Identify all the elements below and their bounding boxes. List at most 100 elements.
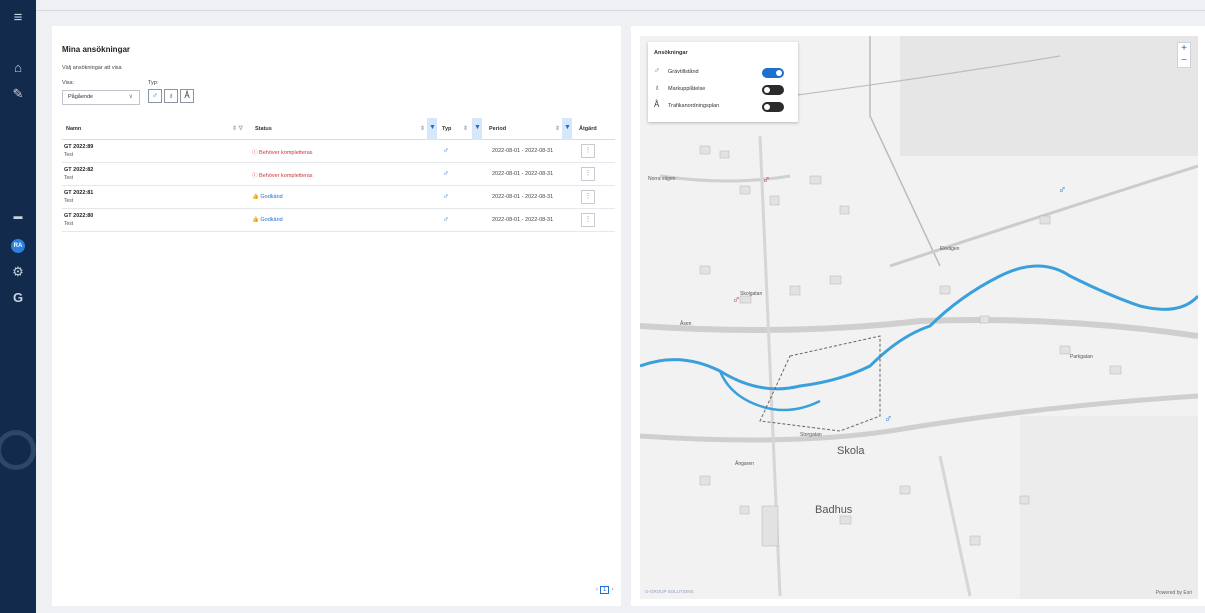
col-period[interactable]: Period [489, 126, 506, 132]
traffic-cone-icon: Å [184, 91, 190, 100]
row-period: 2022-08-01 - 2022-08-31 [492, 148, 554, 154]
shovel-icon: ♂ [443, 192, 449, 201]
layer-panel: Ansökningar ♂ Grävtillstånd ♁ Markupplåt… [648, 42, 798, 122]
location-person-icon: ♁ [168, 91, 174, 100]
layer-toggle-trafik[interactable] [762, 102, 784, 112]
logo-watermark [0, 430, 36, 470]
more-actions-button[interactable]: ⋮ [581, 167, 595, 181]
zoom-control: + − [1177, 42, 1191, 68]
map-label: Storgatan [800, 432, 822, 438]
application-pin[interactable]: ♂ [884, 413, 892, 425]
sidebar: ≡ ⌂ ✎ ▬ RA ⚙ G [0, 0, 36, 613]
zoom-out-button[interactable]: − [1178, 55, 1190, 67]
map-label: Skolgatan [740, 291, 763, 297]
shovel-icon: ♂ [152, 91, 158, 100]
layer-toggle-markupplatelse[interactable] [762, 85, 784, 95]
markupplatelse-filter-button[interactable]: ♁ [164, 89, 178, 103]
table-row[interactable]: GT 2022:89 Test ⓘ Behöver kompletteras ♂… [62, 140, 615, 163]
shovel-icon: ♂ [443, 215, 449, 224]
sort-icon[interactable]: ⇕ [420, 125, 425, 132]
avatar[interactable]: RA [11, 239, 25, 253]
typ-label: Typ: [148, 80, 159, 86]
map-label: Badhus [815, 504, 853, 516]
edit-icon[interactable]: ✎ [6, 84, 30, 104]
map-canvas[interactable]: Ansökningar ♂ Grävtillstånd ♁ Markupplåt… [640, 36, 1198, 599]
prev-page-button[interactable]: ‹ [596, 587, 598, 593]
filter-icon[interactable]: ▼ [472, 118, 482, 140]
col-atgard: Åtgärd [579, 126, 597, 132]
brand-icon[interactable]: G [6, 288, 30, 308]
brand-text: G-GROUP SOLUTIONS [645, 589, 694, 594]
applications-panel: Mina ansökningar Välj ansökningar att vi… [52, 26, 621, 606]
more-actions-button[interactable]: ⋮ [581, 190, 595, 204]
layer-panel-title: Ansökningar [654, 50, 688, 56]
application-pin[interactable]: ♂ [1058, 184, 1066, 196]
page-subtitle: Välj ansökningar att visa [62, 65, 122, 71]
row-period: 2022-08-01 - 2022-08-31 [492, 194, 554, 200]
visa-select-value: Pågående [68, 94, 94, 100]
map-label: Ekvägen [940, 246, 960, 252]
map-label: Parkgatan [1070, 354, 1093, 360]
more-actions-button[interactable]: ⋮ [581, 213, 595, 227]
status-badge: ⓘ Behöver kompletteras [252, 173, 313, 179]
layer-toggle-gravtillstand[interactable] [762, 68, 784, 78]
visa-label: Visa: [62, 80, 75, 86]
more-actions-button[interactable]: ⋮ [581, 144, 595, 158]
row-period: 2022-08-01 - 2022-08-31 [492, 217, 554, 223]
col-namn[interactable]: Namn [66, 126, 81, 132]
grävtillstånd-filter-button[interactable]: ♂ [148, 89, 162, 103]
status-badge: 👍 Godkänd [252, 194, 283, 200]
row-sub: Test [64, 152, 74, 158]
map-label: Ängaren [735, 461, 754, 467]
shovel-icon: ♂ [443, 169, 449, 178]
map-panel: Ansökningar ♂ Grävtillstånd ♁ Markupplåt… [631, 26, 1205, 606]
row-name: GT 2022:89 [64, 144, 94, 150]
application-pin[interactable]: ♂ [762, 174, 770, 186]
row-sub: Test [64, 198, 74, 204]
layer-label: Markupplåtelse [668, 86, 706, 92]
top-bar [36, 0, 1205, 11]
row-period: 2022-08-01 - 2022-08-31 [492, 171, 554, 177]
shovel-icon: ♂ [654, 66, 660, 75]
status-badge: ⓘ Behöver kompletteras [252, 150, 313, 156]
zoom-in-button[interactable]: + [1178, 43, 1190, 55]
table-row[interactable]: GT 2022:81 Test 👍 Godkänd ♂ 2022-08-01 -… [62, 186, 615, 209]
chevron-down-icon: ∨ [128, 94, 133, 100]
page-title: Mina ansökningar [62, 45, 131, 54]
location-person-icon: ♁ [654, 83, 660, 92]
visa-select[interactable]: Pågående ∨ [62, 90, 140, 105]
table-row[interactable]: GT 2022:80 Test 👍 Godkänd ♂ 2022-08-01 -… [62, 209, 615, 232]
attribution: Powered by Esri [1155, 590, 1192, 596]
card-icon[interactable]: ▬ [6, 206, 30, 226]
table-row[interactable]: GT 2022:82 Test ⓘ Behöver kompletteras ♂… [62, 163, 615, 186]
row-name: GT 2022:82 [64, 167, 94, 173]
filter-icon[interactable]: ▼ [562, 118, 572, 140]
row-name: GT 2022:81 [64, 190, 94, 196]
pagination: ‹ 1 › [596, 586, 613, 594]
map-label: Skola [837, 445, 865, 457]
col-status[interactable]: Status [255, 126, 272, 132]
row-sub: Test [64, 221, 74, 227]
sort-icon[interactable]: ⇕ ∇ [232, 125, 243, 132]
applications-table: Namn ⇕ ∇ Status ⇕ ▼ Typ ⇕ ▼ Period ⇕ ▼ Å… [62, 118, 615, 232]
col-typ[interactable]: Typ [442, 126, 451, 132]
next-page-button[interactable]: › [611, 587, 613, 593]
map-label: Norra vägen [648, 176, 676, 182]
status-badge: 👍 Godkänd [252, 217, 283, 223]
page-button[interactable]: 1 [600, 586, 610, 594]
application-pin[interactable]: ♂ [732, 294, 740, 306]
map-label: Åsen [680, 321, 692, 327]
layer-label: Grävtillstånd [668, 69, 699, 75]
menu-icon[interactable]: ≡ [6, 8, 30, 28]
trafik-filter-button[interactable]: Å [180, 89, 194, 103]
table-header: Namn ⇕ ∇ Status ⇕ ▼ Typ ⇕ ▼ Period ⇕ ▼ Å… [62, 118, 615, 140]
sort-icon[interactable]: ⇕ [555, 125, 560, 132]
shovel-icon: ♂ [443, 146, 449, 155]
row-name: GT 2022:80 [64, 213, 94, 219]
home-icon[interactable]: ⌂ [6, 58, 30, 78]
settings-icon[interactable]: ⚙ [6, 262, 30, 282]
filter-icon[interactable]: ▼ [427, 118, 437, 140]
sort-icon[interactable]: ⇕ [463, 125, 468, 132]
row-sub: Test [64, 175, 74, 181]
traffic-cone-icon: Å [654, 100, 660, 109]
